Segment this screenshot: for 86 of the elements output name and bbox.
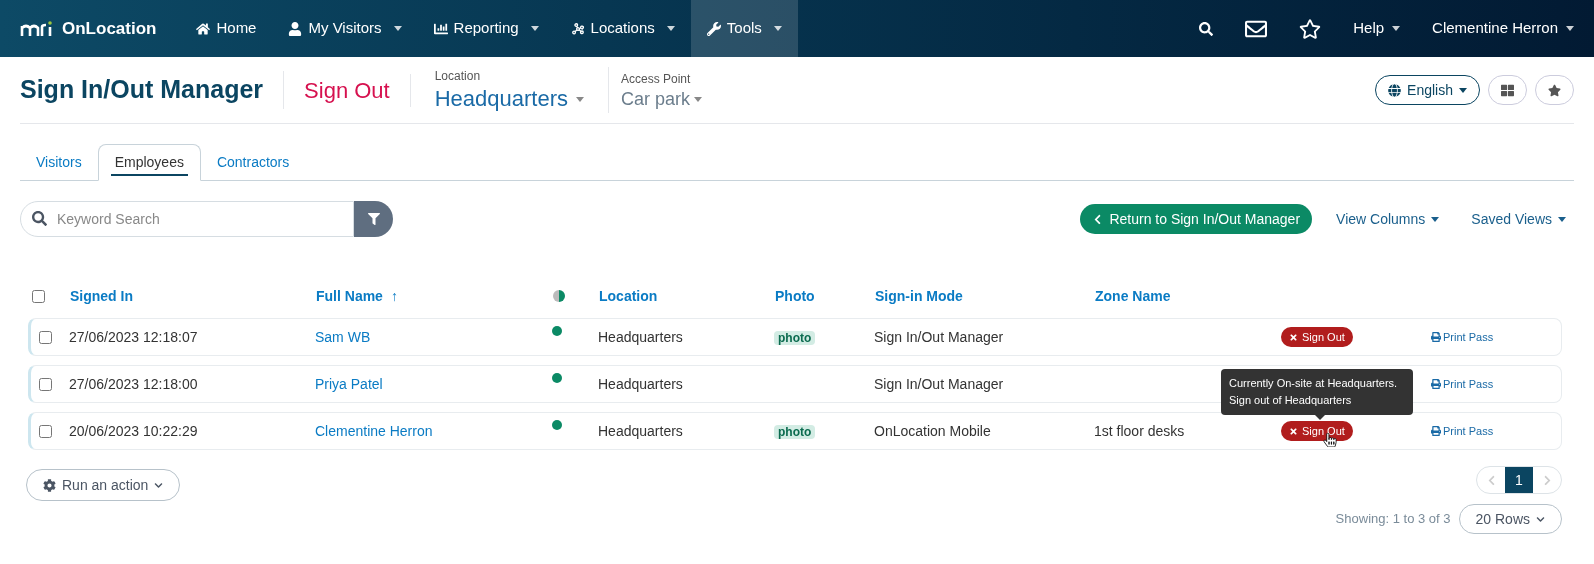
nav-menu-item[interactable]: Tools — [690, 0, 798, 57]
search-field[interactable]: Keyword Search — [20, 201, 354, 237]
globe-icon — [1388, 83, 1402, 97]
caret-icon — [1459, 87, 1467, 93]
name-link[interactable]: Sam WB — [315, 326, 371, 348]
location-label: Location — [434, 68, 482, 86]
star-icon — [1548, 83, 1561, 97]
print-pass-link[interactable]: Print Pass — [1431, 375, 1494, 393]
filter-button[interactable] — [354, 201, 393, 237]
print-pass-link[interactable]: Print Pass — [1431, 422, 1494, 440]
table-cell-text: 27/06/2023 12:18:00 — [69, 374, 199, 394]
tab[interactable]: Employees — [97, 144, 201, 181]
sign-out-button[interactable]: Sign Out — [1281, 421, 1353, 441]
star-icon[interactable] — [1299, 17, 1322, 40]
wrench-icon — [706, 21, 721, 36]
close-icon — [1289, 332, 1298, 342]
sign-out-button[interactable]: Sign Out — [1281, 327, 1353, 347]
table-cell-text: OnLocation Mobile — [874, 421, 992, 441]
gear-icon — [43, 478, 56, 492]
row-checkbox[interactable] — [39, 424, 52, 438]
printer-icon — [1431, 426, 1441, 436]
table-cell-text: Headquarters — [598, 374, 684, 394]
column-header[interactable]: Sign-in Mode — [875, 285, 1095, 307]
caret-icon — [1431, 216, 1440, 222]
caret-icon — [1392, 26, 1401, 31]
saved-views-menu[interactable]: Saved Views — [1471, 208, 1566, 230]
caret-icon — [1558, 216, 1566, 222]
nav-menu-item[interactable]: Home — [180, 0, 273, 57]
row-checkbox[interactable] — [39, 330, 52, 344]
access-point-label: Access Point — [621, 70, 692, 88]
nodes-icon — [570, 21, 585, 36]
user-menu[interactable]: Clementine Herron — [1432, 17, 1574, 40]
page-button[interactable]: 1 — [1505, 467, 1533, 493]
column-header[interactable]: Zone Name — [1095, 285, 1282, 307]
printer-icon — [1431, 332, 1441, 342]
hand-cursor-icon — [1323, 433, 1337, 447]
printer-icon — [1431, 379, 1441, 389]
column-header[interactable]: Full Name ↑ — [316, 285, 553, 307]
chevron-down-icon — [154, 480, 164, 490]
column-header[interactable]: Photo — [775, 285, 875, 307]
close-icon — [1289, 426, 1298, 436]
chevron-down-icon — [1536, 514, 1545, 524]
access-point-dropdown[interactable]: Car park — [621, 87, 703, 111]
grid-icon — [1501, 83, 1514, 97]
caret-icon — [1566, 26, 1574, 31]
table-cell: 1st floor desks — [1094, 422, 1185, 439]
search-icon — [32, 211, 47, 226]
photo-tag: photo — [774, 425, 816, 439]
brand-name: OnLocation — [62, 17, 157, 40]
table-cell-text: Headquarters — [598, 327, 684, 347]
name-link[interactable]: Clementine Herron — [315, 420, 433, 442]
column-header[interactable]: Signed In — [70, 285, 316, 307]
tab[interactable]: Contractors — [200, 144, 306, 181]
location-dropdown[interactable]: Headquarters — [434, 85, 584, 113]
page-title: Sign In/Out Manager — [20, 71, 285, 109]
table-cell-text: Sign In/Out Manager — [874, 327, 1005, 347]
help-menu[interactable]: Help — [1353, 17, 1401, 40]
filter-icon — [367, 213, 380, 225]
return-button[interactable]: Return to Sign In/Out Manager — [1080, 204, 1313, 234]
table-cell-text: 20/06/2023 10:22:29 — [69, 421, 199, 441]
tooltip-text: Currently On-site at Headquarters. — [1229, 376, 1399, 391]
person-icon — [288, 21, 303, 36]
nav-menu-item[interactable]: Reporting — [417, 0, 555, 57]
table-cell-text: Sign In/Out Manager — [874, 374, 1005, 394]
search-icon[interactable] — [1199, 21, 1214, 36]
name-link[interactable]: Priya Patel — [315, 373, 383, 395]
sign-out-link[interactable]: Sign Out — [284, 73, 411, 107]
tab[interactable]: Visitors — [20, 144, 98, 181]
table-cell-text: Headquarters — [598, 421, 684, 441]
tooltip-text: Sign out of Headquarters — [1229, 393, 1353, 408]
row-checkbox[interactable] — [39, 377, 52, 391]
bar-chart-icon — [433, 21, 448, 36]
house-icon — [196, 21, 211, 36]
photo-tag: photo — [774, 331, 816, 345]
table-cell-text: 27/06/2023 12:18:07 — [69, 327, 199, 347]
half-circle-icon — [553, 290, 565, 302]
caret-icon — [694, 96, 703, 102]
print-pass-link[interactable]: Print Pass — [1431, 328, 1494, 346]
nav-menu-item[interactable]: Locations — [554, 0, 691, 57]
view-columns-menu[interactable]: View Columns — [1336, 208, 1440, 230]
results-summary: Showing: 1 to 3 of 3 — [1335, 510, 1451, 529]
select-all-checkbox[interactable] — [32, 289, 45, 303]
logo-icon — [20, 19, 54, 38]
column-header[interactable]: Location — [599, 285, 775, 307]
caret-icon — [576, 96, 584, 102]
nav-menu-item[interactable]: My Visitors — [272, 0, 418, 57]
